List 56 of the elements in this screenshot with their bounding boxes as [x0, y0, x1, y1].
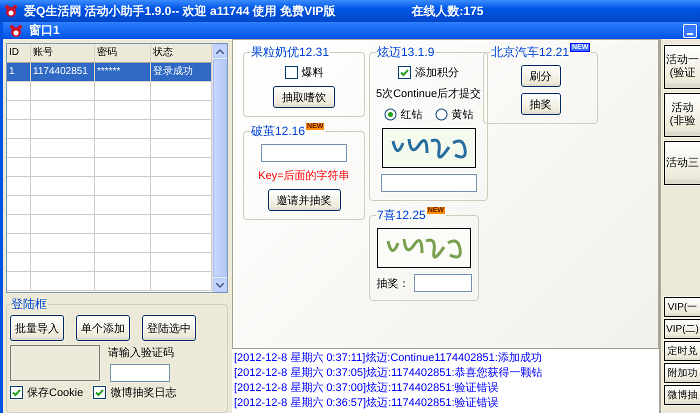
group-title: 登陆框 [10, 296, 48, 313]
side-button[interactable]: VIP(一 [664, 297, 700, 317]
log-line: [2012-12-8 星期六 0:37:05]炫迈:1174402851:恭喜您获得一颗钻 [234, 366, 544, 381]
side-button[interactable]: 活动一 (验证 [664, 45, 700, 89]
checkbox-label: 添加积分 [415, 66, 460, 80]
input-field[interactable] [261, 144, 347, 162]
action-button[interactable]: 单个添加 [76, 315, 130, 341]
checkbox[interactable] [10, 386, 23, 399]
app-icon [9, 24, 23, 38]
captcha-field[interactable] [110, 364, 170, 382]
action-button[interactable]: 抽取嗜饮 [273, 86, 335, 108]
side-button[interactable]: 活动 (非验 [664, 93, 700, 137]
action-button[interactable]: 刷分 [520, 65, 561, 87]
column-header[interactable]: 密码 [95, 44, 151, 62]
action-button[interactable]: 邀请并抽奖 [268, 189, 340, 211]
log-line: [2012-12-8 星期六 0:37:00]炫迈:1174402851:验证错误 [234, 381, 500, 396]
online-count: 在线人数:175 [411, 2, 484, 20]
radio-button[interactable] [434, 108, 448, 121]
group-title: 果粒奶优12.31 [250, 44, 330, 61]
app-title: 爱Q生活网 活动小助手1.9.0-- 欢迎 a11744 使用 免费VIP版 [24, 2, 336, 20]
checkbox-label: 微博抽奖日志 [110, 386, 176, 400]
side-button[interactable]: 微博抽 [664, 385, 700, 405]
column-header[interactable]: ID [7, 44, 31, 62]
radio-label: 红钻 [400, 108, 423, 122]
side-button[interactable]: 附加功 [664, 363, 700, 383]
action-button[interactable]: 登陆选中 [142, 315, 196, 341]
info-text: 5次Continue后才提交 [376, 86, 482, 101]
radio-label: 黄钻 [452, 108, 474, 122]
checkbox-label: 保存Cookie [27, 386, 84, 400]
checkbox[interactable] [284, 66, 298, 79]
radio-button[interactable] [384, 108, 397, 121]
side-button[interactable]: 定时兑 [664, 341, 700, 361]
action-button[interactable]: 批量导入 [10, 315, 64, 341]
side-button[interactable]: VIP(二) [664, 319, 700, 339]
group-title: 炫迈13.1.9 [376, 44, 436, 61]
checkbox[interactable] [93, 386, 106, 399]
app-icon [4, 4, 18, 18]
account-row[interactable]: 1 1174402851 ****** 登录成功 [7, 63, 212, 82]
side-button[interactable]: 活动三 [664, 141, 700, 185]
scrollbar[interactable] [212, 44, 227, 292]
log-line: [2012-12-8 星期六 0:36:57]炫迈:1174402851:验证错误 [234, 396, 500, 411]
column-header[interactable]: 账号 [31, 44, 95, 62]
table-cell: 1 [7, 63, 31, 81]
input-field[interactable] [414, 274, 472, 292]
log-line: [2012-12-8 星期六 0:37:11]炫迈:Continue1174402851:添加成功 [234, 351, 543, 366]
checkbox-label: 爆料 [302, 66, 324, 80]
input-field[interactable] [380, 174, 477, 192]
minimize-button[interactable] [683, 24, 697, 38]
table-cell: ****** [95, 63, 151, 81]
table-cell: 1174402851 [31, 63, 95, 81]
window-title: 窗口1 [29, 22, 60, 39]
checkbox[interactable] [398, 66, 412, 79]
action-button[interactable]: 抽奖 [520, 93, 561, 115]
field-label: 抽奖： [376, 276, 410, 290]
captcha-label: 请输入验证码 [108, 346, 174, 360]
hint-text: Key=后面的字符串 [258, 168, 350, 183]
